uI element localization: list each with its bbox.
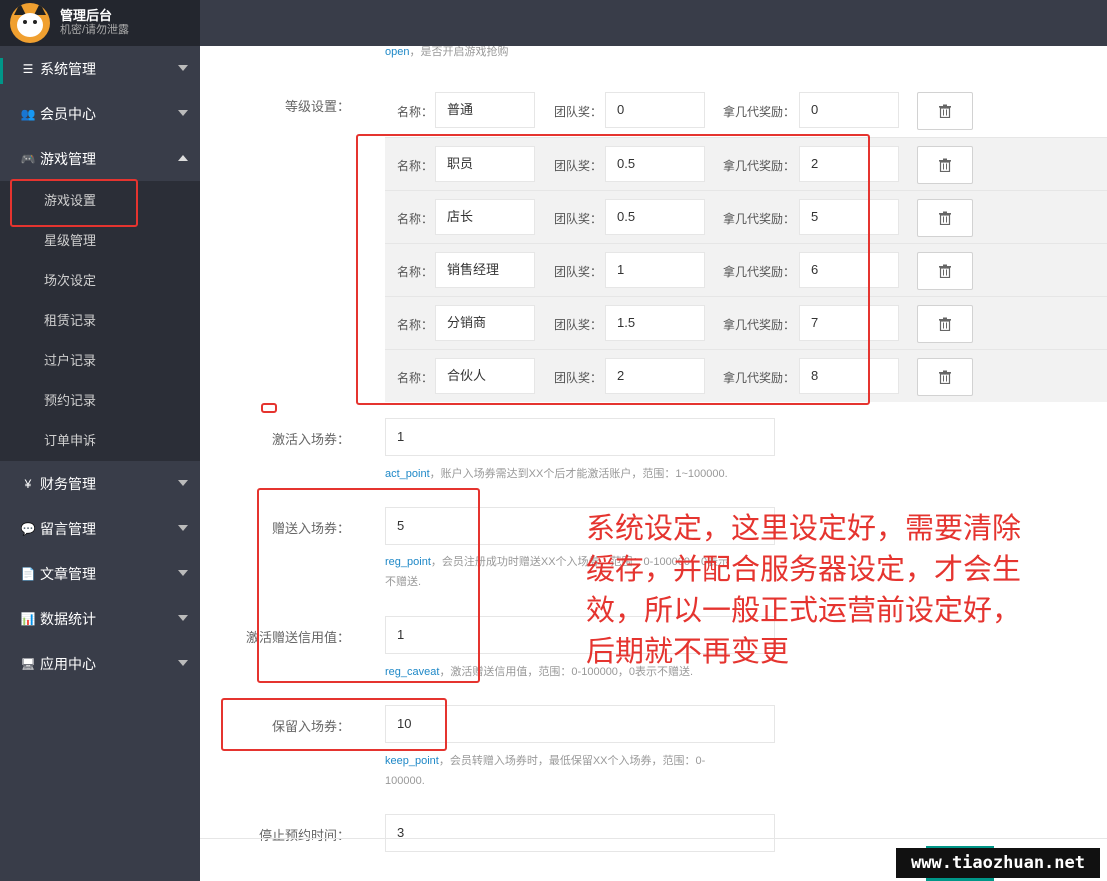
subnav-rental[interactable]: 租赁记录: [0, 301, 200, 341]
annotation-note: 系统设定，这里设定好，需要清除 缓存，并配合服务器设定，才会生 效，所以一般正式…: [586, 511, 1022, 668]
nav-system-label: 系统管理: [40, 60, 96, 77]
level-gen-input[interactable]: 0: [799, 92, 899, 128]
delete-level-button[interactable]: [917, 199, 973, 237]
delete-level-button[interactable]: [917, 252, 973, 290]
annotation-box-keep: [221, 698, 447, 751]
chevron-up-icon: [178, 155, 188, 161]
act-point-input[interactable]: 1: [385, 418, 775, 456]
stop-booking-input[interactable]: 3: [385, 814, 775, 852]
subnav-booking[interactable]: 预约记录: [0, 381, 200, 421]
nav-game-label: 游戏管理: [40, 150, 96, 167]
gamepad-icon: 🎮: [20, 151, 36, 166]
trash-icon: [939, 158, 951, 172]
level-team-input[interactable]: 0: [605, 92, 705, 128]
nav-game[interactable]: 🎮 游戏管理: [0, 136, 200, 181]
trash-icon: [939, 317, 951, 331]
stop-booking-label: 停止预约时间：: [258, 828, 350, 843]
users-icon: 👥: [20, 106, 36, 121]
nav-system[interactable]: ☰ 系统管理: [0, 46, 200, 91]
bar-chart-icon: 📊: [20, 611, 36, 626]
subnav-appeal[interactable]: 订单申诉: [0, 421, 200, 461]
top-header-bar: [200, 0, 1107, 46]
nav-articles-label: 文章管理: [40, 565, 96, 582]
chevron-down-icon: [178, 660, 188, 666]
subnav-transfer[interactable]: 过户记录: [0, 341, 200, 381]
nav-members-label: 会员中心: [40, 105, 96, 122]
brand-title: 管理后台: [60, 8, 113, 23]
yen-icon: ¥: [24, 476, 32, 491]
nav-messages-label: 留言管理: [40, 520, 96, 537]
delete-level-button[interactable]: [917, 358, 973, 396]
subnav-session[interactable]: 场次设定: [0, 261, 200, 301]
nav-messages[interactable]: 💬 留言管理: [0, 506, 200, 551]
nav-members[interactable]: 👥 会员中心: [0, 91, 200, 136]
level-row: 名称： 普通 团队奖： 0 拿几代奖励： 0: [385, 84, 1107, 137]
monitor-icon: 🖥: [20, 656, 36, 671]
level-settings-label: 等级设置：: [284, 99, 350, 114]
annotation-box-reg: [257, 488, 480, 683]
trash-icon: [939, 370, 951, 384]
nav-apps[interactable]: 🖥 应用中心: [0, 641, 200, 686]
level-name-input[interactable]: 普通: [435, 92, 535, 128]
chevron-down-icon: [178, 110, 188, 116]
delete-level-button[interactable]: [917, 146, 973, 184]
delete-level-button[interactable]: [917, 92, 973, 130]
open-help: open，是否开启游戏抢购: [385, 46, 509, 58]
trash-icon: [939, 211, 951, 225]
chevron-down-icon: [178, 570, 188, 576]
chevron-down-icon: [178, 615, 188, 621]
sidebar: 管理后台 机密/请勿泄露 ☰ 系统管理 👥 会员中心 🎮 游戏管理 游戏设置 星…: [0, 0, 200, 881]
act-point-label: 激活入场券：: [271, 432, 350, 447]
brand[interactable]: 管理后台 机密/请勿泄露: [0, 0, 200, 46]
nav-finance-label: 财务管理: [40, 475, 96, 492]
subnav-star-level[interactable]: 星级管理: [0, 221, 200, 261]
chevron-down-icon: [178, 480, 188, 486]
nav-apps-label: 应用中心: [40, 655, 96, 672]
comment-icon: 💬: [20, 521, 36, 536]
nav-finance[interactable]: ¥ 财务管理: [0, 461, 200, 506]
act-point-help: act_point，账户入场券需达到XX个后才能激活账户，范围：1~100000…: [385, 468, 728, 480]
trash-icon: [939, 264, 951, 278]
nav-articles[interactable]: 📄 文章管理: [0, 551, 200, 596]
keep-point-help: keep_point，会员转赠入场券时，最低保留XX个入场券，范围：0- 1000…: [385, 755, 706, 787]
tiger-logo-icon: [10, 3, 50, 43]
annotation-box-levels: [356, 134, 870, 405]
chevron-down-icon: [178, 525, 188, 531]
delete-level-button[interactable]: [917, 305, 973, 343]
brand-subtitle: 机密/请勿泄露: [60, 24, 130, 37]
nav-stats[interactable]: 📊 数据统计: [0, 596, 200, 641]
file-icon: 📄: [20, 566, 36, 581]
chevron-down-icon: [178, 65, 188, 71]
trash-icon: [939, 104, 951, 118]
footer-divider: [200, 838, 1107, 839]
annotation-box-small: [261, 403, 277, 413]
annotation-box-game-settings: [10, 179, 138, 227]
list-icon: ☰: [22, 61, 34, 76]
nav-stats-label: 数据统计: [40, 610, 96, 627]
watermark: www.tiaozhuan.net: [896, 848, 1100, 878]
